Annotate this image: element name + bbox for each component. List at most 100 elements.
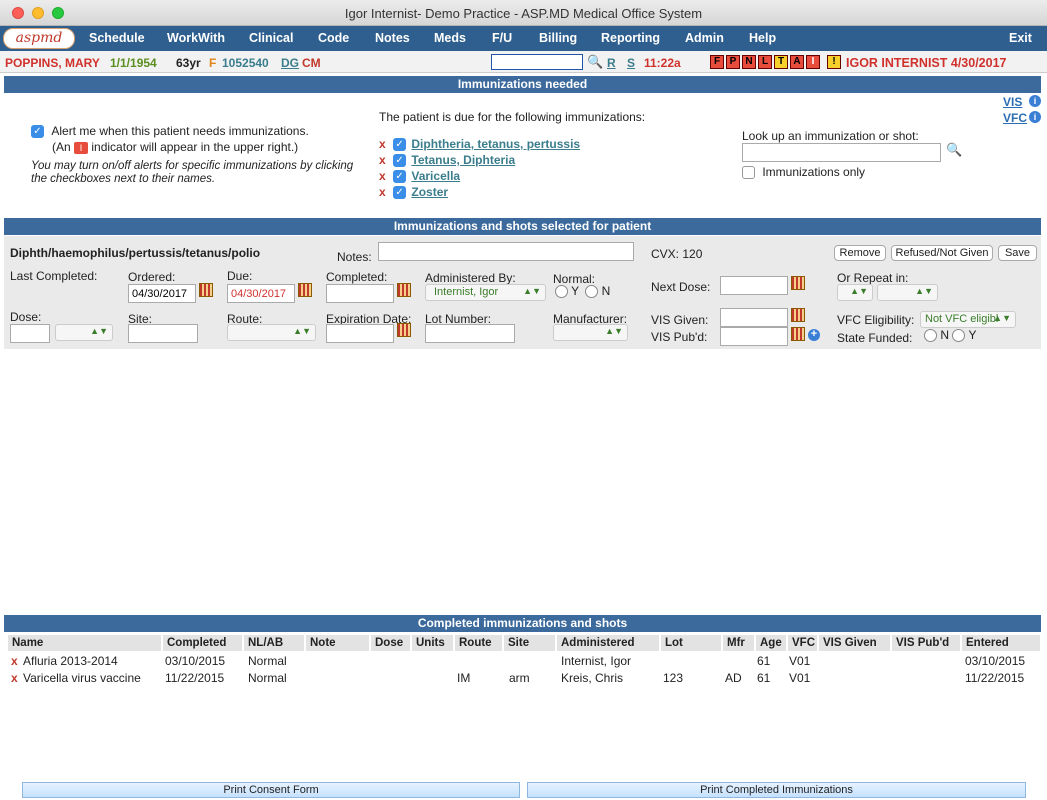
col-note[interactable]: Note [306,635,369,651]
dose-unit-select[interactable]: ▲▼ [55,324,113,341]
due-date-input[interactable] [227,284,295,303]
col-entered[interactable]: Entered [962,635,1040,651]
vfc-link[interactable]: VFC [1003,111,1027,125]
remove-x-icon[interactable]: x [379,153,386,167]
search-icon[interactable]: 🔍 [946,142,962,158]
vfc-eligibility-select[interactable]: Not VFC eligibl ▲▼ [920,311,1016,328]
lot-number-input[interactable] [425,324,515,343]
patient-search-input[interactable] [491,54,583,70]
dose-input[interactable] [10,324,50,343]
due-item-link[interactable]: Tetanus, Diphteria [411,153,515,167]
completed-date-input[interactable] [326,284,394,303]
add-plus-icon[interactable]: + [808,329,820,341]
vis-pub-input[interactable] [720,327,788,346]
menu-help[interactable]: Help [749,31,776,45]
menu-fu[interactable]: F/U [492,31,512,45]
normal-yes-radio[interactable] [555,285,568,299]
menu-workwith[interactable]: WorkWith [167,31,225,45]
alert-checkbox[interactable]: ✓ [31,125,44,139]
remove-x-icon[interactable]: x [379,169,386,183]
state-funded-yes-radio[interactable] [952,329,966,343]
calendar-icon[interactable] [791,276,805,290]
calendar-icon[interactable] [791,327,805,341]
col-route[interactable]: Route [455,635,502,651]
remove-x-icon[interactable]: x [11,671,18,685]
flag-i[interactable]: I [806,55,820,69]
menu-notes[interactable]: Notes [375,31,410,45]
due-item-checkbox[interactable]: ✓ [393,186,407,200]
save-button[interactable]: Save [998,245,1037,261]
col-completed[interactable]: Completed [163,635,242,651]
patient-name[interactable]: POPPINS, MARY [5,56,100,70]
lookup-input[interactable] [742,143,941,162]
menu-meds[interactable]: Meds [434,31,466,45]
menu-admin[interactable]: Admin [685,31,724,45]
cm-link[interactable]: CM [302,56,321,70]
flag-a[interactable]: A [790,55,804,69]
ordered-date-input[interactable] [128,284,196,303]
repeat-unit-select[interactable]: ▲▼ [877,284,938,301]
menu-reporting[interactable]: Reporting [601,31,660,45]
col-site[interactable]: Site [504,635,555,651]
calendar-icon[interactable] [199,283,213,297]
remove-x-icon[interactable]: x [379,137,386,151]
col-nlab[interactable]: NL/AB [244,635,304,651]
col-units[interactable]: Units [412,635,453,651]
calendar-icon[interactable] [397,283,411,297]
flag-l[interactable]: L [758,55,772,69]
s-link[interactable]: S [627,56,635,70]
col-administered[interactable]: Administered [557,635,659,651]
print-completed-button[interactable]: Print Completed Immunizations [527,782,1026,798]
due-item-link[interactable]: Varicella [411,169,460,183]
search-icon[interactable]: 🔍 [587,54,603,70]
menu-exit[interactable]: Exit [1009,31,1032,45]
info-icon[interactable]: i [1029,111,1041,123]
remove-x-icon[interactable]: x [379,185,386,199]
calendar-icon[interactable] [298,283,312,297]
flag-p[interactable]: P [726,55,740,69]
row-name[interactable]: Varicella virus vaccine [23,671,141,685]
col-vfc[interactable]: VFC [788,635,817,651]
info-icon[interactable]: i [1029,95,1041,107]
dg-link[interactable]: DG [281,56,299,70]
remove-x-icon[interactable]: x [11,654,18,668]
vis-given-input[interactable] [720,308,788,327]
col-name[interactable]: Name [8,635,161,651]
col-dose[interactable]: Dose [371,635,410,651]
normal-no-radio[interactable] [585,285,599,299]
due-item-checkbox[interactable]: ✓ [393,138,407,152]
site-input[interactable] [128,324,198,343]
flag-n[interactable]: N [742,55,756,69]
calendar-icon[interactable] [791,308,805,322]
row-name[interactable]: Afluria 2013-2014 [23,654,118,668]
flag-f[interactable]: F [710,55,724,69]
due-item-checkbox[interactable]: ✓ [393,170,407,184]
expiration-date-input[interactable] [326,324,394,343]
col-age[interactable]: Age [756,635,786,651]
menu-clinical[interactable]: Clinical [249,31,293,45]
col-lot[interactable]: Lot [661,635,721,651]
notes-input[interactable] [378,242,634,261]
due-item-link[interactable]: Zoster [411,185,448,199]
remove-button[interactable]: Remove [834,245,886,261]
col-mfr[interactable]: Mfr [723,635,754,651]
due-item-link[interactable]: Diphtheria, tetanus, pertussis [411,137,580,151]
vis-link[interactable]: VIS [1003,95,1022,109]
flag-alert[interactable]: ! [827,55,841,69]
col-vis-given[interactable]: VIS Given [819,635,890,651]
print-consent-button[interactable]: Print Consent Form [22,782,520,798]
state-funded-no-radio[interactable] [924,329,937,343]
administered-by-select[interactable]: Internist, Igor ▲▼ [425,284,546,301]
imm-only-checkbox[interactable] [742,166,755,180]
refused-button[interactable]: Refused/Not Given [891,245,993,261]
manufacturer-select[interactable]: ▲▼ [553,324,628,341]
r-link[interactable]: R [607,56,616,70]
menu-code[interactable]: Code [318,31,349,45]
flag-t[interactable]: T [774,55,788,69]
calendar-icon[interactable] [397,323,411,337]
repeat-count-select[interactable]: ▲▼ [837,284,873,301]
menu-schedule[interactable]: Schedule [89,31,145,45]
col-vis-pubd[interactable]: VIS Pub'd [892,635,960,651]
due-item-checkbox[interactable]: ✓ [393,154,407,168]
menu-billing[interactable]: Billing [539,31,577,45]
